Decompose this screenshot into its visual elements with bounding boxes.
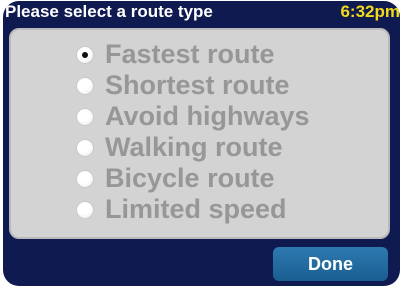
clock: 6:32pm (340, 2, 400, 21)
route-option-label: Shortest route (105, 70, 290, 100)
radio-button-bicycle[interactable] (76, 170, 94, 188)
radio-button-walking[interactable] (76, 139, 94, 157)
radio-button-avoid-highways[interactable] (76, 108, 94, 126)
radio-button-fastest[interactable] (76, 46, 94, 64)
route-option-shortest[interactable]: Shortest route (11, 70, 388, 101)
radio-dot-icon (82, 52, 88, 58)
route-options-list: Fastest route Shortest route Avoid highw… (11, 39, 388, 225)
route-option-limited-speed[interactable]: Limited speed (11, 194, 388, 225)
route-type-dialog: Please select a route type 6:32pm Fastes… (3, 1, 400, 286)
route-options-panel: Fastest route Shortest route Avoid highw… (9, 28, 390, 239)
route-option-label: Avoid highways (105, 101, 310, 131)
route-option-label: Fastest route (105, 39, 275, 69)
route-option-label: Walking route (105, 132, 283, 162)
route-option-bicycle[interactable]: Bicycle route (11, 163, 388, 194)
done-button[interactable]: Done (273, 247, 388, 281)
route-option-label: Bicycle route (105, 163, 275, 193)
route-option-label: Limited speed (105, 194, 287, 224)
route-option-walking[interactable]: Walking route (11, 132, 388, 163)
title-bar: Please select a route type 6:32pm (3, 1, 400, 25)
dialog-title: Please select a route type (5, 2, 213, 21)
route-option-fastest[interactable]: Fastest route (11, 39, 388, 70)
radio-button-limited-speed[interactable] (76, 201, 94, 219)
route-option-avoid-highways[interactable]: Avoid highways (11, 101, 388, 132)
radio-button-shortest[interactable] (76, 77, 94, 95)
